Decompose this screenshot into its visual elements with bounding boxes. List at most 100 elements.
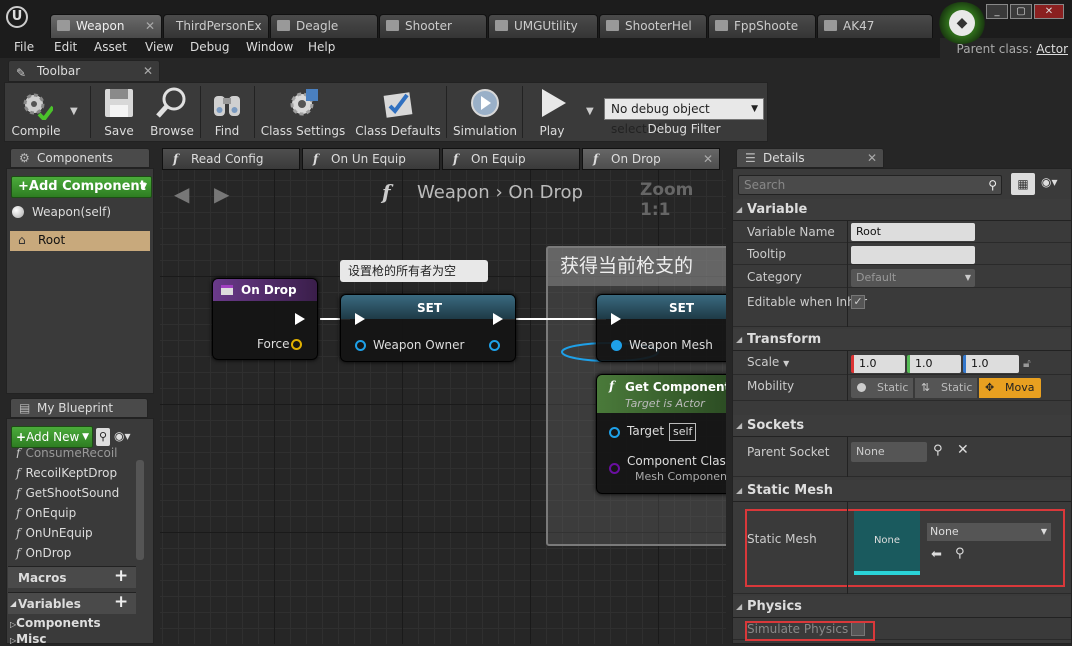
component-weapon-self[interactable]: Weapon(self) <box>32 205 111 219</box>
transform-section-header[interactable]: Transform <box>733 329 1071 351</box>
exec-out-pin[interactable] <box>493 313 503 325</box>
mobility-movable-option[interactable]: ✥ Mova <box>979 378 1041 398</box>
category-select[interactable]: Default ▼ <box>851 269 975 287</box>
parent-class-link[interactable]: Actor <box>1036 42 1068 56</box>
tab-umgutility[interactable]: UMGUtility <box>488 14 598 38</box>
target-pin[interactable] <box>609 427 620 438</box>
physics-section-header[interactable]: Physics <box>733 596 1071 618</box>
variable-section-header[interactable]: Variable <box>733 199 1071 221</box>
function-item[interactable]: f GetShootSound <box>16 486 119 500</box>
get-component-node[interactable]: f Get Component b Target is Actor Target… <box>596 374 726 494</box>
exec-in-pin[interactable] <box>611 313 621 325</box>
toolbar-tab[interactable]: ✎ Toolbar ✕ <box>8 60 160 82</box>
editor-tab-read-config[interactable]: f Read Config <box>162 148 300 170</box>
add-variable-plus-icon[interactable]: + <box>114 592 128 612</box>
close-window-button[interactable]: ✕ <box>1034 4 1064 19</box>
function-item[interactable]: f OnDrop <box>16 546 71 560</box>
variable-name-input[interactable]: Root <box>851 223 975 241</box>
view-options-eye-icon[interactable]: ◉▾ <box>114 429 131 443</box>
search-icon[interactable]: ⚲ <box>96 428 110 446</box>
component-class-pin[interactable] <box>609 463 620 474</box>
blueprint-graph[interactable]: 获得当前枪支的 On Drop Force 设置枪的所有者为空 SET Weap… <box>160 170 726 644</box>
close-icon[interactable]: ✕ <box>703 149 713 169</box>
function-item[interactable]: f RecoilKeptDrop <box>16 466 117 480</box>
tab-fppshoote[interactable]: FppShoote <box>708 14 816 38</box>
editor-tab-on-drop[interactable]: f On Drop ✕ <box>582 148 720 170</box>
add-component-button[interactable]: +Add Component ▼ <box>11 176 152 198</box>
editor-tab-on-un-equip[interactable]: f On Un Equip <box>302 148 440 170</box>
close-icon[interactable]: ✕ <box>145 15 155 37</box>
tab-deagle[interactable]: Deagle <box>270 14 378 38</box>
find-button[interactable]: Find <box>204 86 250 140</box>
components-tab[interactable]: ⚙ Components <box>10 148 150 168</box>
lock-icon[interactable]: 🔓︎ <box>1023 356 1031 371</box>
back-arrow-icon[interactable]: ◀ <box>174 182 189 206</box>
exec-out-pin[interactable] <box>295 313 305 325</box>
maximize-button[interactable]: ▢ <box>1010 4 1032 19</box>
component-class-value[interactable]: Mesh Componen <box>635 470 726 483</box>
sockets-section-header[interactable]: Sockets <box>733 415 1071 437</box>
menu-edit[interactable]: Edit <box>54 40 77 54</box>
mobility-stationary-option[interactable]: ⇅ Static <box>915 378 977 398</box>
my-blueprint-tab[interactable]: ▤ My Blueprint <box>10 398 148 418</box>
comment-bubble[interactable]: 设置枪的所有者为空 <box>340 260 488 282</box>
minimize-button[interactable]: _ <box>986 4 1008 19</box>
component-root[interactable]: Root <box>38 233 65 247</box>
compile-options-chevron-down-icon[interactable]: ▼ <box>70 106 78 117</box>
simulation-button[interactable]: Simulation <box>450 86 520 140</box>
menu-window[interactable]: Window <box>246 40 293 54</box>
weapon-mesh-in-pin[interactable] <box>611 340 622 351</box>
variables-components-category[interactable]: ▷Components <box>10 616 101 630</box>
property-matrix-icon[interactable]: ▦ <box>1011 173 1035 195</box>
tab-shooter[interactable]: Shooter <box>379 14 487 38</box>
close-icon[interactable]: ✕ <box>867 149 877 167</box>
editor-tab-on-equip[interactable]: f On Equip <box>442 148 580 170</box>
static-mesh-section-header[interactable]: Static Mesh <box>733 480 1071 502</box>
class-defaults-button[interactable]: Class Defaults <box>354 86 442 140</box>
on-drop-node[interactable]: On Drop Force <box>212 278 318 360</box>
menu-help[interactable]: Help <box>308 40 335 54</box>
save-button[interactable]: Save <box>96 86 142 140</box>
debug-object-select[interactable]: No debug object selected ▼ <box>604 98 764 136</box>
add-macro-plus-icon[interactable]: + <box>114 566 128 586</box>
scale-z-input[interactable]: 1.0 <box>963 355 1019 373</box>
weapon-owner-in-pin[interactable] <box>355 340 366 351</box>
tab-thirdpersonex[interactable]: ThirdPersonEx <box>163 14 269 38</box>
chevron-down-icon[interactable]: ▼ <box>783 359 789 368</box>
menu-debug[interactable]: Debug <box>190 40 229 54</box>
menu-file[interactable]: File <box>14 40 34 54</box>
scale-x-input[interactable]: 1.0 <box>851 355 905 373</box>
set-weapon-owner-node[interactable]: SET Weapon Owner <box>340 294 516 362</box>
function-item[interactable]: f OnEquip <box>16 506 76 520</box>
tab-shooterhel[interactable]: ShooterHel <box>599 14 707 38</box>
breadcrumb-root[interactable]: Weapon <box>417 182 490 203</box>
clear-x-icon[interactable]: ✕ <box>957 442 969 458</box>
set-weapon-mesh-node[interactable]: SET Weapon Mesh <box>596 294 726 362</box>
force-pin[interactable] <box>291 339 302 350</box>
tooltip-input[interactable] <box>851 246 975 264</box>
scrollbar[interactable] <box>136 460 144 560</box>
details-search-input[interactable]: Search ⚲ <box>738 175 1002 195</box>
play-options-chevron-down-icon[interactable]: ▼ <box>586 106 594 117</box>
weapon-owner-out-pin[interactable] <box>489 340 500 351</box>
search-icon[interactable]: ⚲ <box>933 443 943 458</box>
browse-button[interactable]: Browse <box>146 86 198 140</box>
scale-y-input[interactable]: 1.0 <box>907 355 961 373</box>
add-new-button[interactable]: +Add New ▼ <box>11 426 93 448</box>
target-self-value[interactable]: self <box>669 423 697 441</box>
parent-socket-input[interactable]: None <box>851 442 927 462</box>
close-icon[interactable]: ✕ <box>143 61 153 81</box>
compile-button[interactable]: Compile <box>8 86 64 140</box>
class-settings-button[interactable]: Class Settings <box>260 86 346 140</box>
details-tab[interactable]: ☰ Details ✕ <box>736 148 884 168</box>
play-button[interactable]: Play <box>526 86 578 140</box>
menu-asset[interactable]: Asset <box>94 40 127 54</box>
function-item-partial[interactable]: f ConsumeRecoil <box>16 446 118 458</box>
tab-ak47[interactable]: AK47 <box>817 14 933 38</box>
mobility-static-option[interactable]: Static <box>851 378 913 398</box>
function-item[interactable]: f OnUnEquip <box>16 526 93 540</box>
exec-in-pin[interactable] <box>355 313 365 325</box>
menu-view[interactable]: View <box>145 40 173 54</box>
editable-checkbox[interactable]: ✓ <box>851 295 865 309</box>
tab-weapon[interactable]: Weapon ✕ <box>50 14 162 38</box>
